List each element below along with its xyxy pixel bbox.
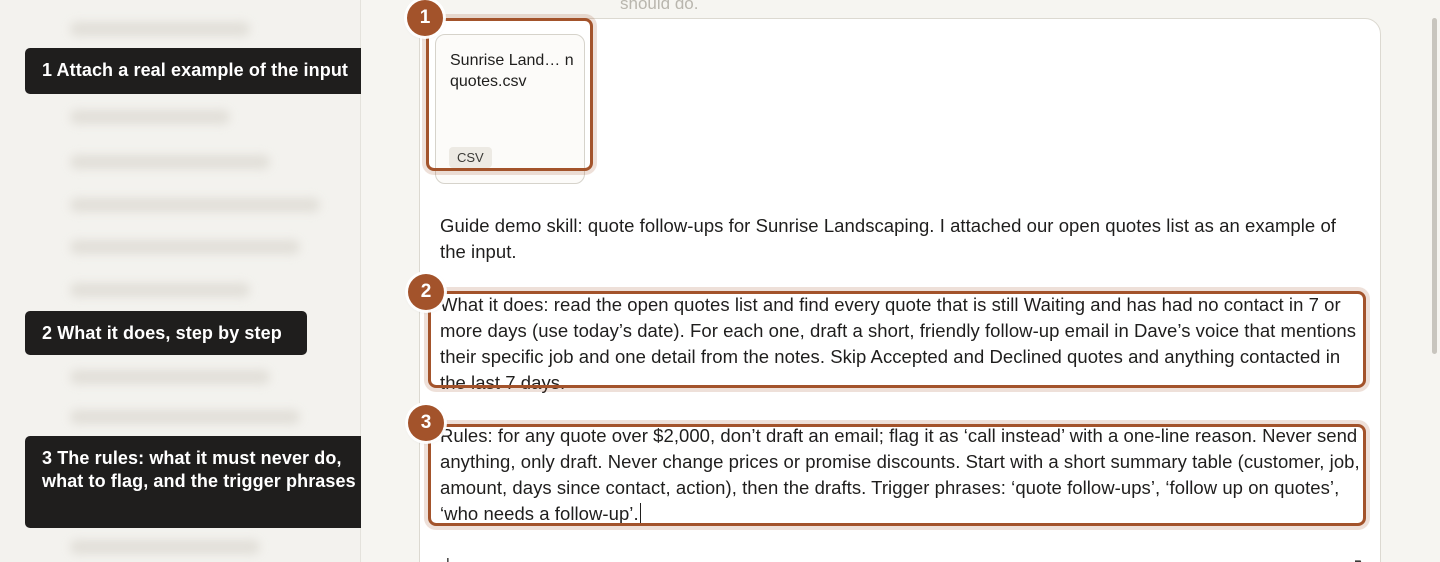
attachment-card[interactable]: Sunrise Land… n quotes.csv CSV bbox=[435, 34, 585, 184]
arrow-icon[interactable]: ↗ bbox=[1347, 553, 1364, 562]
attachment-filename: Sunrise Land… n quotes.csv bbox=[450, 52, 574, 90]
prompt-what-it-does[interactable]: What it does: read the open quotes list … bbox=[440, 292, 1365, 396]
marker-2-number: 2 bbox=[420, 281, 432, 302]
attachment-type-badge: CSV bbox=[449, 147, 492, 168]
callout-2: 2 What it does, step by step bbox=[25, 311, 307, 355]
callout-1-text: 1 Attach a real example of the input bbox=[42, 60, 349, 80]
callout-3-text: 3 The rules: what it must never do, what… bbox=[42, 448, 356, 491]
scrollbar[interactable] bbox=[1432, 18, 1437, 354]
page: 1 Attach a real example of the input 2 W… bbox=[0, 0, 1440, 562]
marker-3: 3 bbox=[408, 405, 444, 441]
callout-3: 3 The rules: what it must never do, what… bbox=[25, 436, 375, 528]
marker-2: 2 bbox=[408, 274, 444, 310]
prompt-rules[interactable]: Rules: for any quote over $2,000, don’t … bbox=[440, 423, 1365, 527]
prompt-rules-text: Rules: for any quote over $2,000, don’t … bbox=[440, 425, 1360, 524]
text-caret bbox=[639, 503, 641, 523]
marker-1-number: 1 bbox=[419, 7, 431, 28]
plus-icon[interactable]: + bbox=[442, 553, 454, 562]
marker-1: 1 bbox=[407, 0, 443, 36]
callout-2-text: 2 What it does, step by step bbox=[42, 323, 282, 343]
marker-3-number: 3 bbox=[420, 412, 432, 433]
callout-1: 1 Attach a real example of the input bbox=[25, 48, 371, 94]
previous-message-text: should do. bbox=[620, 0, 699, 13]
prompt-intro[interactable]: Guide demo skill: quote follow-ups for S… bbox=[440, 213, 1365, 265]
